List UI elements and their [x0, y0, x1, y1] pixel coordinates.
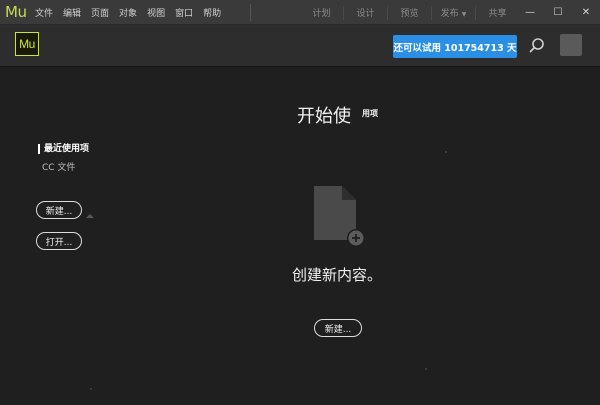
- search-icon[interactable]: [528, 37, 546, 55]
- account-icon[interactable]: [560, 34, 582, 56]
- sidebar-item-cc-files[interactable]: CC 文件: [42, 160, 75, 173]
- page-title: 开始使: [297, 106, 351, 127]
- sidebar-open-button[interactable]: 打开...: [36, 232, 82, 250]
- menu-view[interactable]: 视图: [147, 6, 165, 19]
- maximize-button[interactable]: ☐: [544, 0, 572, 25]
- tab-plan[interactable]: 计划: [300, 6, 343, 19]
- page-title-tail: 用项: [362, 109, 378, 118]
- menu-file[interactable]: 文件: [35, 6, 53, 19]
- menu-object[interactable]: 对象: [119, 6, 137, 19]
- tab-design[interactable]: 设计: [344, 6, 387, 19]
- tab-preview[interactable]: 预览: [388, 6, 431, 19]
- app-logo: Mu: [15, 32, 39, 56]
- tab-share[interactable]: 共享: [476, 6, 519, 19]
- create-new-heading: 创建新内容。: [292, 266, 383, 284]
- menu-help[interactable]: 帮助: [203, 6, 221, 19]
- mode-tabs: 计划 设计 预览 发布 ▼ 共享: [300, 0, 519, 25]
- sidebar-new-button[interactable]: 新建...: [36, 201, 82, 219]
- menu-window[interactable]: 窗口: [175, 6, 193, 19]
- title-bar: Mu 文件 编辑 页面 对象 视图 窗口 帮助 计划 设计 预览 发布 ▼ 共享 …: [0, 0, 600, 25]
- decorative-dot: [445, 151, 447, 153]
- decorative-dot: [90, 388, 92, 390]
- app-bar: Mu 还可以试用 101754713 天: [0, 25, 600, 67]
- new-button[interactable]: 新建...: [314, 319, 362, 337]
- tab-publish[interactable]: 发布 ▼: [432, 6, 475, 19]
- trial-button[interactable]: 还可以试用 101754713 天: [393, 35, 517, 58]
- chevron-down-icon: ▼: [461, 11, 467, 18]
- sidebar-item-recent[interactable]: 最近使用项: [38, 144, 89, 154]
- menu-divider: [250, 4, 251, 21]
- menu-edit[interactable]: 编辑: [63, 6, 81, 19]
- window-controls: — ☐ ✕: [516, 0, 600, 25]
- document-add-icon: [312, 184, 368, 250]
- menu-bar: 文件 编辑 页面 对象 视图 窗口 帮助: [35, 0, 231, 25]
- decorative-dot: [425, 368, 427, 370]
- close-button[interactable]: ✕: [572, 0, 600, 25]
- app-glyph: Mu: [5, 3, 27, 21]
- start-screen: 开始使 用项 最近使用项 CC 文件 新建... 打开... 创建新内容。 新建…: [0, 68, 600, 405]
- caret-icon: [86, 214, 94, 218]
- tab-publish-label: 发布: [440, 9, 459, 19]
- menu-page[interactable]: 页面: [91, 6, 109, 19]
- minimize-button[interactable]: —: [516, 0, 544, 25]
